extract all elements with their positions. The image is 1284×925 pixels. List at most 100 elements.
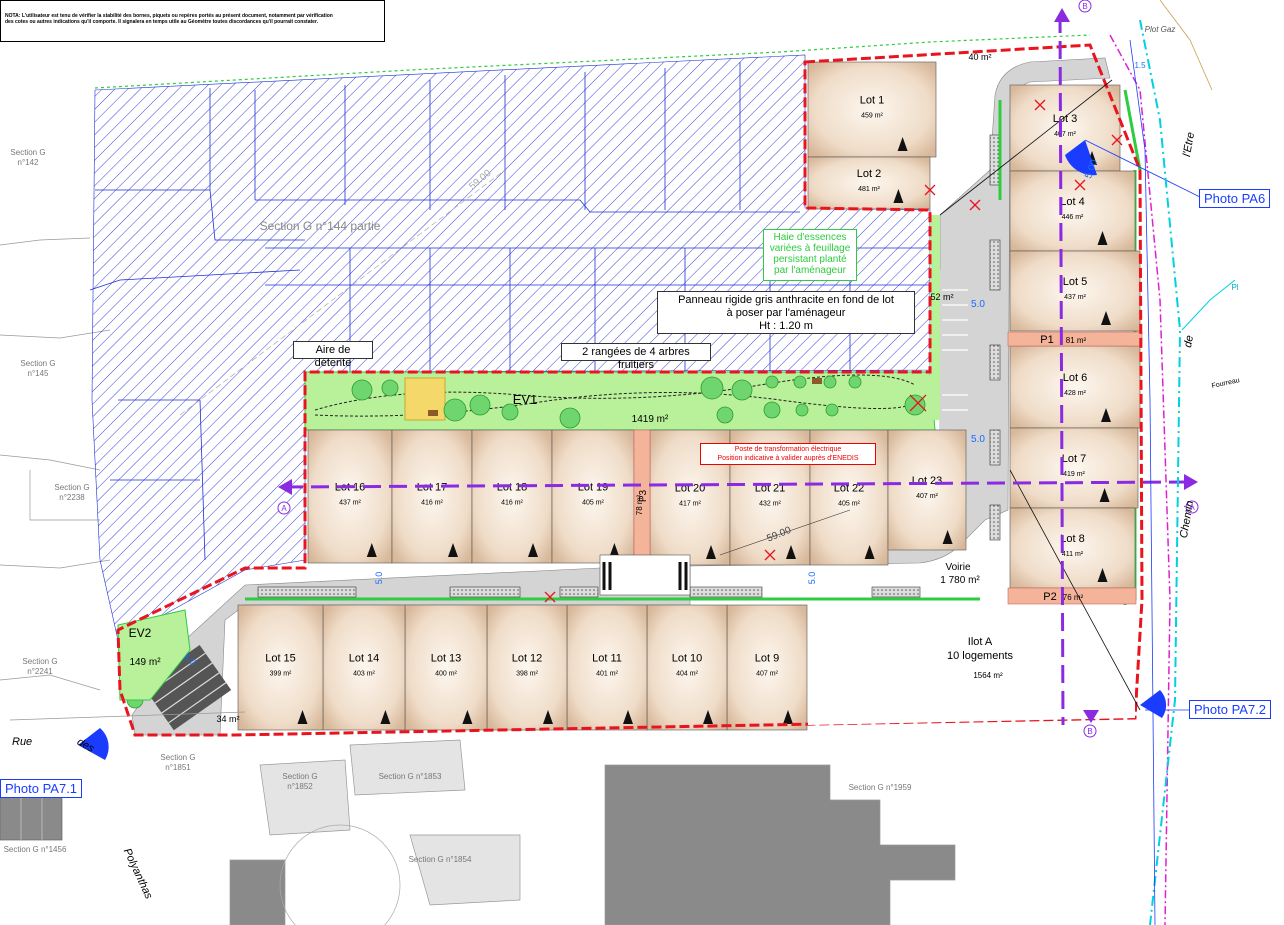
area-40-label: 40 m² (968, 52, 991, 62)
dimension-5-label: 5.0 (971, 299, 985, 310)
p1-label: P1 (1040, 334, 1053, 346)
lot-parcel[interactable] (1009, 250, 1141, 332)
lot-parcel[interactable] (307, 429, 393, 564)
lot-name: Lot 12 (512, 653, 543, 665)
lot-parcel[interactable] (551, 429, 635, 564)
lot-area: 459 m² (861, 113, 883, 120)
lot-parcel[interactable] (1009, 507, 1136, 589)
lot-14[interactable]: Lot 14 403 m² (322, 604, 406, 731)
section-g1852-label: n°1852 (287, 782, 313, 791)
section-mark-a-left: A (281, 504, 287, 513)
pl-label: Pl (1231, 283, 1238, 292)
lot-parcel[interactable] (322, 604, 406, 731)
poste-callout: Poste de transformation électrique Posit… (700, 443, 876, 465)
lot-area: 411 m² (1062, 551, 1084, 558)
lot-16[interactable]: Lot 16437 m² (307, 429, 393, 564)
lot-name: Lot 13 (431, 653, 462, 665)
lot-parcel[interactable] (1009, 427, 1139, 509)
dimension-5b-label: 5.0 (971, 434, 985, 445)
photo-pa6-label[interactable]: Photo PA6 (1199, 189, 1271, 208)
p1-area-label: 81 m² (1066, 336, 1087, 345)
lot-parcel[interactable] (237, 604, 324, 731)
lot-area: 428 m² (1064, 390, 1086, 397)
lot-parcel[interactable] (1009, 345, 1141, 429)
lot-parcel[interactable] (471, 429, 553, 564)
section-g1854-label: Section G n°1854 (409, 855, 472, 864)
lot-area: 437 m² (339, 500, 361, 507)
lot-7[interactable]: Lot 7 419 m² (1009, 427, 1139, 509)
site-plan: Lot 1 459 m² Lot 2 481 m² Lot 3407 m² Lot 4 44… (0, 0, 1240, 925)
voirie-label: Voirie (945, 562, 970, 573)
lot-name: Lot 5 (1063, 276, 1087, 288)
photo-pa71-label[interactable]: Photo PA7.1 (0, 779, 83, 798)
lot-name: Lot 6 (1063, 372, 1087, 384)
lot-10[interactable]: Lot 10 404 m² (646, 604, 728, 731)
lot-parcel[interactable] (887, 429, 967, 551)
section-g1456-label: Section G n°1456 (4, 845, 67, 854)
section-g144-label: Section G n°144 partie (260, 219, 381, 233)
lot-parcel[interactable] (1009, 84, 1121, 172)
section-g145-label: n°145 (28, 369, 50, 378)
lot-name: Lot 23 (912, 475, 943, 487)
lot-3[interactable]: Lot 3407 m² (1009, 84, 1121, 172)
lot-area: 405 m² (582, 500, 604, 507)
lot-13[interactable]: Lot 13 400 m² (404, 604, 488, 731)
lot-parcel[interactable] (646, 604, 728, 731)
lot-area: 446 m² (1062, 214, 1084, 221)
lot-parcel[interactable] (726, 604, 808, 731)
lot-area: 407 m² (916, 493, 938, 500)
lot-1[interactable]: Lot 1 459 m² (807, 61, 937, 158)
lot-8[interactable]: Lot 8 411 m² (1009, 507, 1136, 589)
lot-parcel[interactable] (1009, 170, 1136, 252)
haie-callout: Haie d'essences variées à feuillage pers… (763, 229, 857, 281)
lot-area: 405 m² (838, 501, 860, 508)
panneau-callout: Panneau rigide gris anthracite en fond d… (657, 291, 915, 334)
lot-6[interactable]: Lot 6 428 m² (1009, 345, 1141, 429)
rangees-callout: 2 rangées de 4 arbres fruitiers (561, 343, 711, 371)
section-g1851-label: n°1851 (165, 763, 191, 772)
lot-name: Lot 2 (857, 168, 881, 180)
lot-parcel[interactable] (807, 61, 937, 158)
lot-parcel[interactable] (486, 604, 568, 731)
p3-area-label: 78 m² (635, 494, 644, 515)
lot-parcel[interactable] (566, 604, 648, 731)
ilot-a-area-label: 1564 m² (973, 671, 1003, 680)
lot-9[interactable]: Lot 9 407 m² (726, 604, 808, 731)
lot-2[interactable]: Lot 2 481 m² (807, 156, 931, 210)
lot-17[interactable]: Lot 17416 m² (391, 429, 473, 564)
lot-name: Lot 4 (1060, 196, 1084, 208)
lot-11[interactable]: Lot 11 401 m² (566, 604, 648, 731)
ev2-label: EV2 (129, 626, 152, 640)
lot-12[interactable]: Lot 12 398 m² (486, 604, 568, 731)
lot-area: 416 m² (501, 500, 523, 507)
lot-parcel[interactable] (391, 429, 473, 564)
section-g142-label: Section G (10, 148, 45, 157)
lot-name: Lot 15 (265, 653, 296, 665)
lot-area: 417 m² (679, 501, 701, 508)
p3-crossing (599, 554, 691, 596)
fourreau-label: Fourreau (1211, 377, 1240, 390)
lot-area: 401 m² (596, 671, 618, 678)
area-52-label: 52 m² (930, 292, 953, 302)
lot-19[interactable]: Lot 19 405 m² (551, 429, 635, 564)
section-g142-label: n°142 (18, 158, 40, 167)
section-arrow-a-right (1184, 474, 1198, 490)
lot-area: 419 m² (1063, 471, 1085, 478)
lot-23[interactable]: Lot 23 407 m² (887, 429, 967, 551)
lot-4[interactable]: Lot 4 446 m² (1009, 170, 1136, 252)
lot-parcel[interactable] (404, 604, 488, 731)
lot-parcel[interactable] (807, 156, 931, 210)
lot-15[interactable]: Lot 15 399 m² (237, 604, 324, 731)
photo-pa72-label[interactable]: Photo PA7.2 (1189, 700, 1272, 719)
street-etre-label: l'Etre (1181, 131, 1197, 157)
lot-18[interactable]: Lot 18 416 m² (471, 429, 553, 564)
section-g145-label: Section G (20, 359, 55, 368)
ilot-a-label: Ilot A (968, 636, 993, 648)
lot-name: Lot 7 (1062, 453, 1086, 465)
lot-name: Lot 1 (860, 95, 884, 107)
lot-name: Lot 19 (578, 482, 609, 494)
lot-area: 407 m² (1054, 131, 1076, 138)
dimension-5c-label: 5.0 (374, 572, 384, 585)
ev1-area-label: 1419 m² (632, 414, 669, 425)
lot-5[interactable]: Lot 5 437 m² (1009, 250, 1141, 332)
